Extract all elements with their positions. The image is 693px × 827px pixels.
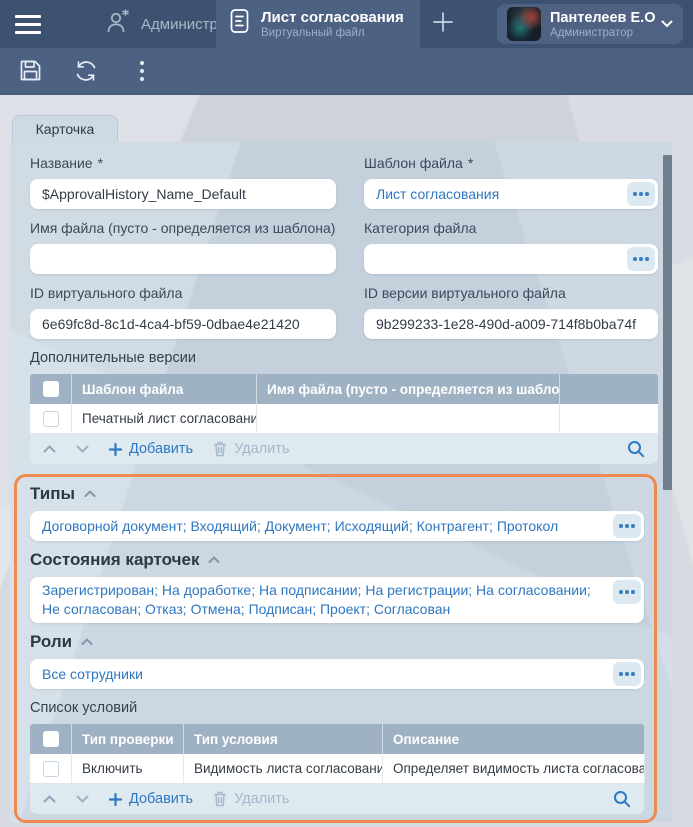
version-id-label: ID версии виртуального файла — [364, 284, 658, 302]
conditions-table: Тип проверки Тип условия Описание Включи… — [30, 724, 644, 814]
plus-icon — [109, 793, 122, 806]
select-all-checkbox[interactable] — [43, 381, 59, 397]
column-header[interactable]: Тип условия — [184, 724, 383, 754]
user-role: Администратор — [550, 27, 652, 39]
top-bar: Администратор Лист согласования Виртуаль… — [0, 0, 693, 48]
required-mark: * — [98, 155, 103, 171]
cell-condition-type: Видимость листа согласования — [184, 754, 383, 783]
roles-input[interactable]: Все сотрудники — [30, 659, 644, 689]
delete-row-button[interactable]: Удалить — [213, 441, 289, 457]
tab-approval-sheet[interactable]: Лист согласования Виртуальный файл — [216, 0, 420, 48]
user-menu[interactable]: Пантелеев Е.О Администратор — [497, 4, 683, 44]
cell-filename — [257, 404, 560, 433]
template-input[interactable]: Лист согласования — [364, 179, 658, 209]
ellipsis-picker-button[interactable] — [613, 662, 641, 686]
chevron-down-icon — [661, 15, 673, 33]
column-header[interactable]: Имя файла (пусто - определяется из шабло… — [257, 374, 560, 404]
cell-description: Определяет видимость листа согласования — [383, 754, 645, 783]
kebab-icon — [140, 61, 144, 81]
action-toolbar — [0, 48, 693, 95]
table-row[interactable]: Печатный лист согласования — [30, 404, 658, 434]
avatar — [507, 7, 541, 41]
move-up-button[interactable] — [43, 795, 56, 803]
ellipsis-picker-button[interactable] — [613, 514, 641, 538]
select-all-checkbox[interactable] — [43, 731, 59, 747]
chevron-up-icon — [84, 485, 96, 503]
hamburger-menu-icon[interactable] — [0, 0, 56, 48]
types-section-header[interactable]: Типы — [30, 484, 644, 504]
content-area: Карточка Название * $ApprovalHistory_Name… — [0, 95, 693, 827]
conditions-table-label: Список условий — [30, 699, 644, 717]
save-button[interactable] — [15, 56, 45, 86]
refresh-button[interactable] — [71, 56, 101, 86]
move-down-button[interactable] — [76, 795, 89, 803]
ellipsis-picker-button[interactable] — [627, 182, 655, 206]
ellipsis-picker-button[interactable] — [627, 247, 655, 271]
states-title: Состояния карточек — [30, 550, 199, 570]
versions-table: Шаблон файла Имя файла (пусто - определя… — [30, 374, 658, 464]
chevron-up-icon — [208, 551, 220, 569]
column-header[interactable]: Шаблон файла — [72, 374, 257, 404]
plus-icon — [109, 443, 122, 456]
roles-section-header[interactable]: Роли — [30, 632, 644, 652]
name-input[interactable]: $ApprovalHistory_Name_Default — [30, 179, 336, 209]
card-tab-label: Карточка — [36, 121, 95, 137]
ellipsis-picker-button[interactable] — [613, 580, 641, 604]
vertical-scrollbar[interactable] — [663, 155, 672, 490]
name-label: Название — [30, 155, 93, 171]
row-checkbox[interactable] — [43, 411, 59, 427]
move-up-button[interactable] — [43, 445, 56, 453]
category-input[interactable] — [364, 244, 658, 274]
chevron-up-icon — [81, 633, 93, 651]
column-header[interactable]: Описание — [383, 724, 644, 754]
trash-icon — [213, 791, 227, 807]
category-label: Категория файла — [364, 219, 658, 237]
highlighted-settings-section: Типы Договорной документ; Входящий; Доку… — [14, 474, 657, 823]
tab-card[interactable]: Карточка — [12, 115, 118, 142]
types-title: Типы — [30, 484, 75, 504]
user-star-icon — [104, 8, 131, 40]
row-checkbox[interactable] — [43, 761, 59, 777]
app-window: Администратор Лист согласования Виртуаль… — [0, 0, 693, 827]
table-row[interactable]: Включить Видимость листа согласования Оп… — [30, 754, 644, 784]
search-icon[interactable] — [627, 440, 645, 458]
types-input[interactable]: Договорной документ; Входящий; Документ;… — [30, 511, 644, 541]
more-actions-button[interactable] — [127, 56, 157, 86]
cell-template: Печатный лист согласования — [72, 404, 257, 433]
states-section-header[interactable]: Состояния карточек — [30, 550, 644, 570]
roles-title: Роли — [30, 632, 72, 652]
add-row-button[interactable]: Добавить — [109, 791, 193, 807]
tab-title: Лист согласования — [261, 9, 404, 26]
workspace-switcher[interactable]: Администратор — [56, 0, 216, 48]
column-header[interactable]: Тип проверки — [72, 724, 184, 754]
user-name: Пантелеев Е.О — [550, 10, 652, 26]
move-down-button[interactable] — [76, 445, 89, 453]
document-icon — [229, 8, 250, 40]
required-mark: * — [468, 155, 473, 171]
version-id-input[interactable]: 9b299233-1e28-490d-a009-714f8b0ba74f — [364, 309, 658, 339]
add-row-button[interactable]: Добавить — [109, 441, 193, 457]
cell-check-type: Включить — [72, 754, 184, 783]
new-tab-button[interactable] — [420, 0, 466, 48]
trash-icon — [213, 441, 227, 457]
tab-subtitle: Виртуальный файл — [261, 27, 404, 39]
search-icon[interactable] — [613, 790, 631, 808]
delete-row-button[interactable]: Удалить — [213, 791, 289, 807]
plus-icon — [431, 10, 455, 39]
versions-table-label: Дополнительные версии — [30, 349, 658, 367]
filename-label: Имя файла (пусто - определяется из шабло… — [30, 219, 336, 237]
states-input[interactable]: Зарегистрирован; На доработке; На подпис… — [30, 577, 644, 623]
file-id-label: ID виртуального файла — [30, 284, 336, 302]
file-id-input[interactable]: 6e69fc8d-8c1d-4ca4-bf59-0dbae4e21420 — [30, 309, 336, 339]
template-label: Шаблон файла — [364, 155, 463, 171]
filename-input[interactable] — [30, 244, 336, 274]
card-form: Название* $ApprovalHistory_Name_Default … — [10, 142, 672, 822]
